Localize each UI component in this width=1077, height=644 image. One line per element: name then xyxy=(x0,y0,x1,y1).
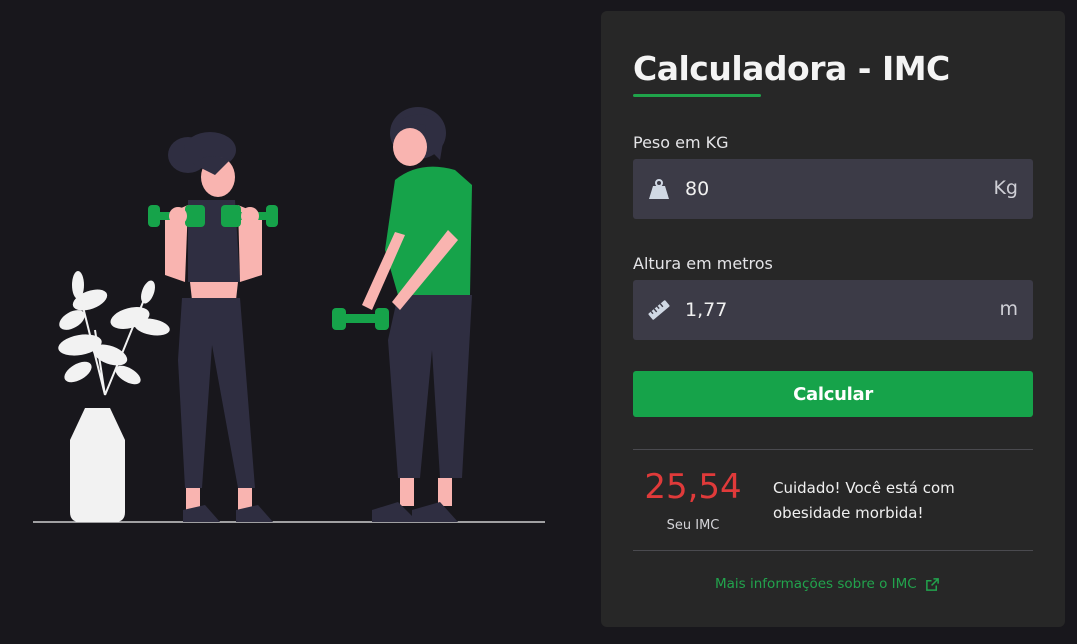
man-illustration xyxy=(332,107,472,522)
imc-result-value: 25,54 xyxy=(644,467,742,507)
ruler-icon xyxy=(648,300,670,320)
imc-calculator-card: Calculadora - IMC Peso em KG Kg Altura e… xyxy=(601,11,1065,627)
weight-input[interactable] xyxy=(685,159,965,219)
external-link-icon xyxy=(925,577,939,591)
result-divider-top xyxy=(633,449,1033,450)
imc-result-message: Cuidado! Você está com obesidade morbida… xyxy=(773,479,955,522)
more-info-link[interactable]: Mais informações sobre o IMC xyxy=(715,576,940,592)
fitness-illustration xyxy=(33,107,545,523)
title-underline xyxy=(633,94,761,97)
height-label: Altura em metros xyxy=(633,254,773,273)
height-input[interactable] xyxy=(685,280,965,340)
imc-result-caption: Seu IMC xyxy=(666,518,720,533)
more-info-label: Mais informações sobre o IMC xyxy=(715,576,917,592)
weight-unit: Kg xyxy=(993,177,1018,199)
weight-field[interactable]: Kg xyxy=(633,159,1033,219)
height-field[interactable]: m xyxy=(633,280,1033,340)
weight-label: Peso em KG xyxy=(633,133,729,152)
result-divider-bottom xyxy=(633,550,1033,551)
height-unit: m xyxy=(999,298,1018,320)
weight-icon xyxy=(649,179,669,199)
page-title: Calculadora - IMC xyxy=(633,49,950,88)
plant-illustration xyxy=(58,271,170,522)
calculate-button[interactable]: Calcular xyxy=(633,371,1033,417)
